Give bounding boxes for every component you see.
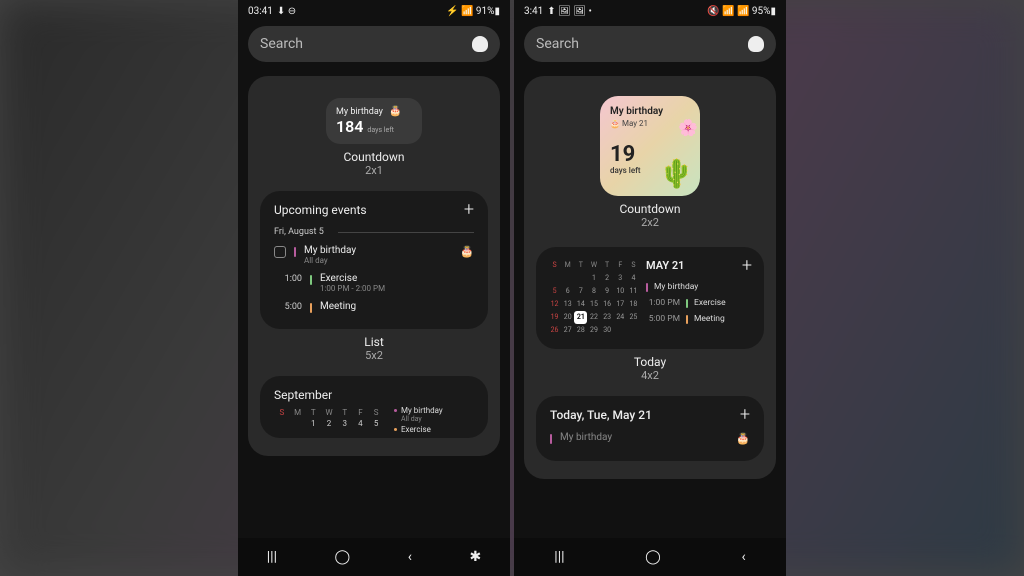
phone-right: 3:41 ⬆ 🖼 🖼 • 🔇 📶 📶 95%▮ Search My birthda… bbox=[514, 0, 786, 576]
cake-icon: 🎂 bbox=[460, 245, 474, 258]
calendar-month: September bbox=[274, 388, 384, 402]
event-row[interactable]: My birthday 🎂 bbox=[550, 428, 750, 449]
home-button[interactable]: ◯ bbox=[645, 549, 661, 565]
days-left-label: days left bbox=[367, 126, 394, 134]
recent-apps-button[interactable]: ||| bbox=[267, 549, 277, 565]
today-title: MAY 21 bbox=[646, 259, 684, 273]
search-placeholder: Search bbox=[260, 36, 303, 52]
countdown-2x1-card: My birthday 🎂 184 days left Countdown 2x1… bbox=[248, 76, 500, 456]
countdown-days: 19 bbox=[610, 144, 690, 166]
event-row-exercise[interactable]: 1:00 Exercise1:00 PM - 2:00 PM bbox=[274, 269, 474, 297]
clock: 3:41 bbox=[524, 6, 543, 17]
add-event-icon[interactable]: + bbox=[740, 408, 750, 422]
countdown-days: 184 bbox=[336, 117, 363, 136]
countdown-2x2-card: My birthday 🎂 May 21 19 days left Countd… bbox=[524, 76, 776, 479]
calendar-icon bbox=[274, 246, 286, 258]
calendar-row: 12345 bbox=[274, 417, 384, 430]
accessibility-button[interactable]: ✱ bbox=[469, 549, 481, 565]
event-color-bar bbox=[310, 275, 312, 285]
countdown-title: My birthday bbox=[610, 106, 690, 117]
widget-size: 2x1 bbox=[260, 164, 488, 177]
status-icons-left: ⬇ ⊖ bbox=[277, 6, 296, 17]
today-mini-calendar: SMTWTFS 1234 567891011 12131415161718 19… bbox=[548, 259, 640, 337]
status-bar: 3:41 ⬆ 🖼 🖼 • 🔇 📶 📶 95%▮ bbox=[514, 0, 786, 22]
today-event-exercise[interactable]: 1:00 PMExercise bbox=[646, 295, 752, 311]
today-event-birthday[interactable]: My birthday bbox=[646, 279, 752, 295]
search-bar[interactable]: Search bbox=[248, 26, 500, 62]
clock: 03:41 bbox=[248, 6, 273, 17]
search-placeholder: Search bbox=[536, 36, 579, 52]
event-row-birthday[interactable]: My birthdayAll day 🎂 bbox=[274, 241, 474, 269]
countdown-date: May 21 bbox=[622, 119, 648, 128]
widget-name: Countdown bbox=[260, 150, 488, 164]
nav-bar: ||| ◯ ‹ ✱ bbox=[238, 538, 510, 576]
status-icons-left: ⬆ 🖼 🖼 • bbox=[547, 6, 592, 17]
day-of-week-row: SMTWTFS bbox=[274, 408, 384, 417]
phone-left: 03:41 ⬇ ⊖ ⚡ 📶 91%▮ Search My birthday 🎂 1… bbox=[238, 0, 510, 576]
event-color-bar bbox=[310, 303, 312, 313]
add-event-icon[interactable]: + bbox=[464, 203, 474, 217]
home-button[interactable]: ◯ bbox=[335, 549, 351, 565]
cake-icon: 🎂 bbox=[610, 119, 620, 128]
countdown-widget-2x1[interactable]: My birthday 🎂 184 days left bbox=[326, 98, 422, 144]
widget-size: 4x2 bbox=[536, 369, 764, 382]
status-icons-right: ⚡ 📶 91%▮ bbox=[446, 6, 500, 17]
list-title: Upcoming events bbox=[274, 203, 367, 217]
back-button[interactable]: ‹ bbox=[408, 549, 412, 565]
widget-name: Countdown bbox=[536, 202, 764, 216]
today-list-title: Today, Tue, May 21 bbox=[550, 408, 652, 422]
countdown-widget-2x2[interactable]: My birthday 🎂 May 21 19 days left bbox=[600, 96, 700, 196]
calendar-widget[interactable]: September SMTWTFS 12345 My birthdayAll d… bbox=[260, 376, 488, 438]
widget-size: 5x2 bbox=[260, 349, 488, 362]
event-color-bar bbox=[294, 247, 296, 257]
recent-apps-button[interactable]: ||| bbox=[554, 549, 564, 565]
widget-name: Today bbox=[536, 355, 764, 369]
event-color-bar bbox=[550, 434, 552, 444]
widget-name: List bbox=[260, 335, 488, 349]
days-left-label: days left bbox=[610, 166, 690, 175]
today-list-widget[interactable]: Today, Tue, May 21 + My birthday 🎂 bbox=[536, 396, 764, 461]
list-date: Fri, August 5 bbox=[274, 227, 474, 237]
back-button[interactable]: ‹ bbox=[741, 549, 745, 565]
list-widget-5x2[interactable]: Upcoming events + Fri, August 5 My birth… bbox=[260, 191, 488, 329]
search-bar[interactable]: Search bbox=[524, 26, 776, 62]
today-event-meeting[interactable]: 5:00 PMMeeting bbox=[646, 311, 752, 327]
nav-bar: ||| ◯ ‹ bbox=[514, 538, 786, 576]
countdown-title: My birthday bbox=[336, 107, 383, 117]
cake-icon: 🎂 bbox=[736, 432, 750, 445]
status-bar: 03:41 ⬇ ⊖ ⚡ 📶 91%▮ bbox=[238, 0, 510, 22]
add-event-icon[interactable]: + bbox=[742, 259, 752, 273]
mic-icon[interactable] bbox=[472, 36, 488, 52]
cake-icon: 🎂 bbox=[389, 106, 401, 117]
event-row-meeting[interactable]: 5:00 Meeting bbox=[274, 297, 474, 317]
mic-icon[interactable] bbox=[748, 36, 764, 52]
today-widget-4x2[interactable]: SMTWTFS 1234 567891011 12131415161718 19… bbox=[536, 247, 764, 349]
status-icons-right: 🔇 📶 📶 95%▮ bbox=[707, 6, 776, 17]
widget-size: 2x2 bbox=[536, 216, 764, 229]
